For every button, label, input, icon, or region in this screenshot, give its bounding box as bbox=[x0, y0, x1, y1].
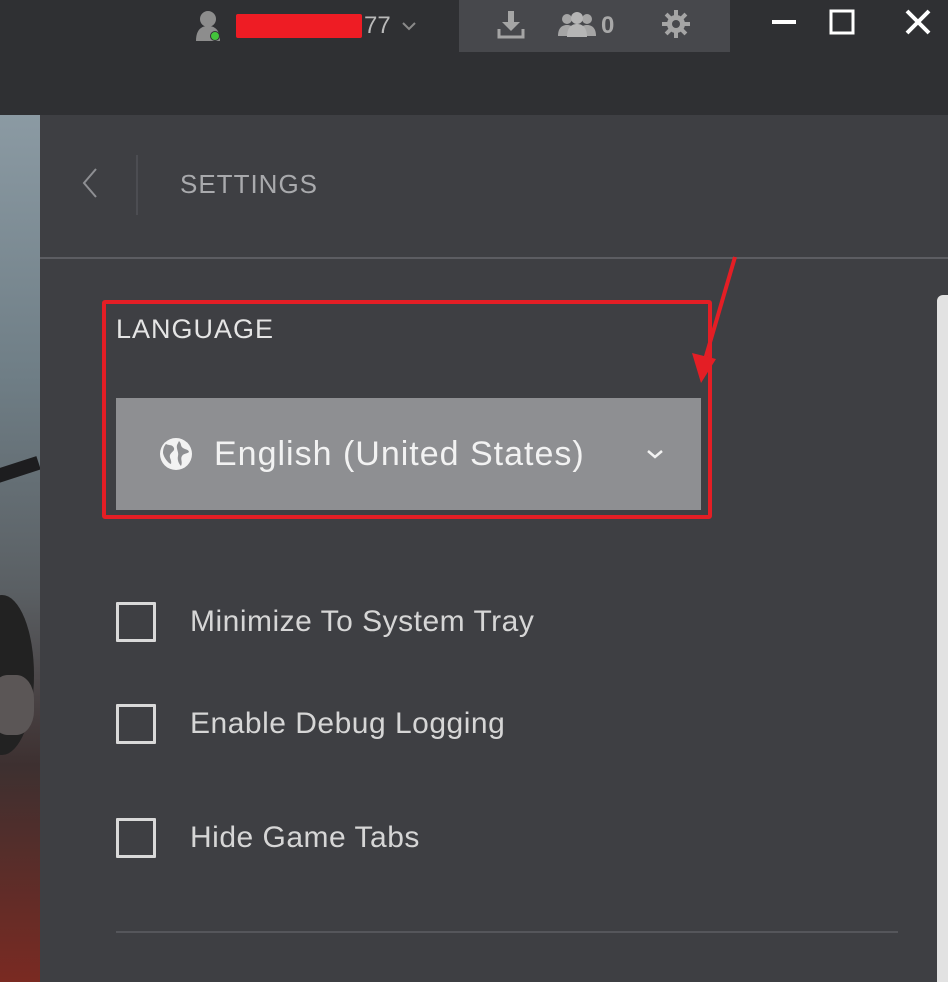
downloads-button[interactable] bbox=[497, 0, 525, 52]
header-rule bbox=[40, 257, 948, 259]
gear-icon bbox=[661, 9, 691, 43]
maximize-button[interactable] bbox=[824, 6, 860, 42]
settings-panel: SETTINGS LANGUAGE English (United States… bbox=[40, 115, 948, 982]
user-icon bbox=[196, 9, 224, 43]
friends-online-count: 0 bbox=[601, 12, 615, 39]
chevron-down-icon[interactable] bbox=[401, 21, 417, 31]
hide-game-tabs-checkbox[interactable] bbox=[116, 818, 156, 858]
option-label: Minimize To System Tray bbox=[190, 605, 535, 638]
option-enable-debug-logging[interactable]: Enable Debug Logging bbox=[116, 704, 505, 744]
maximize-icon bbox=[829, 9, 855, 39]
friends-button[interactable]: 0 bbox=[557, 0, 614, 52]
option-label: Enable Debug Logging bbox=[190, 707, 506, 740]
title-bar: 77 0 bbox=[0, 0, 948, 115]
language-section-label: LANGUAGE bbox=[116, 314, 275, 344]
minimize-icon bbox=[771, 9, 797, 39]
online-status-indicator bbox=[210, 31, 220, 41]
section-divider bbox=[116, 931, 898, 933]
header-divider bbox=[136, 155, 138, 215]
user-account-menu[interactable]: 77 bbox=[196, 8, 417, 44]
page-title: SETTINGS bbox=[180, 169, 319, 199]
download-icon bbox=[497, 9, 525, 43]
background-game-art bbox=[0, 115, 40, 982]
redacted-username bbox=[236, 14, 362, 38]
friends-icon bbox=[557, 10, 597, 42]
username-suffix: 77 bbox=[364, 12, 391, 39]
globe-icon bbox=[158, 436, 194, 472]
chevron-down-icon bbox=[645, 445, 665, 464]
scrollbar[interactable] bbox=[937, 295, 948, 982]
minimize-button[interactable] bbox=[766, 6, 802, 42]
language-selected-value: English (United States) bbox=[214, 434, 585, 473]
option-hide-game-tabs[interactable]: Hide Game Tabs bbox=[116, 818, 420, 858]
option-minimize-to-tray[interactable]: Minimize To System Tray bbox=[116, 602, 534, 642]
language-dropdown[interactable]: English (United States) bbox=[116, 398, 701, 510]
back-button[interactable] bbox=[76, 167, 104, 203]
debug-logging-checkbox[interactable] bbox=[116, 704, 156, 744]
close-icon bbox=[904, 8, 932, 40]
option-label: Hide Game Tabs bbox=[190, 821, 420, 854]
chevron-left-icon bbox=[81, 167, 99, 203]
minimize-to-tray-checkbox[interactable] bbox=[116, 602, 156, 642]
toolbar-tray: 0 bbox=[459, 0, 730, 52]
annotation-arrow bbox=[692, 256, 737, 383]
close-button[interactable] bbox=[900, 6, 936, 42]
settings-button[interactable] bbox=[661, 0, 691, 52]
